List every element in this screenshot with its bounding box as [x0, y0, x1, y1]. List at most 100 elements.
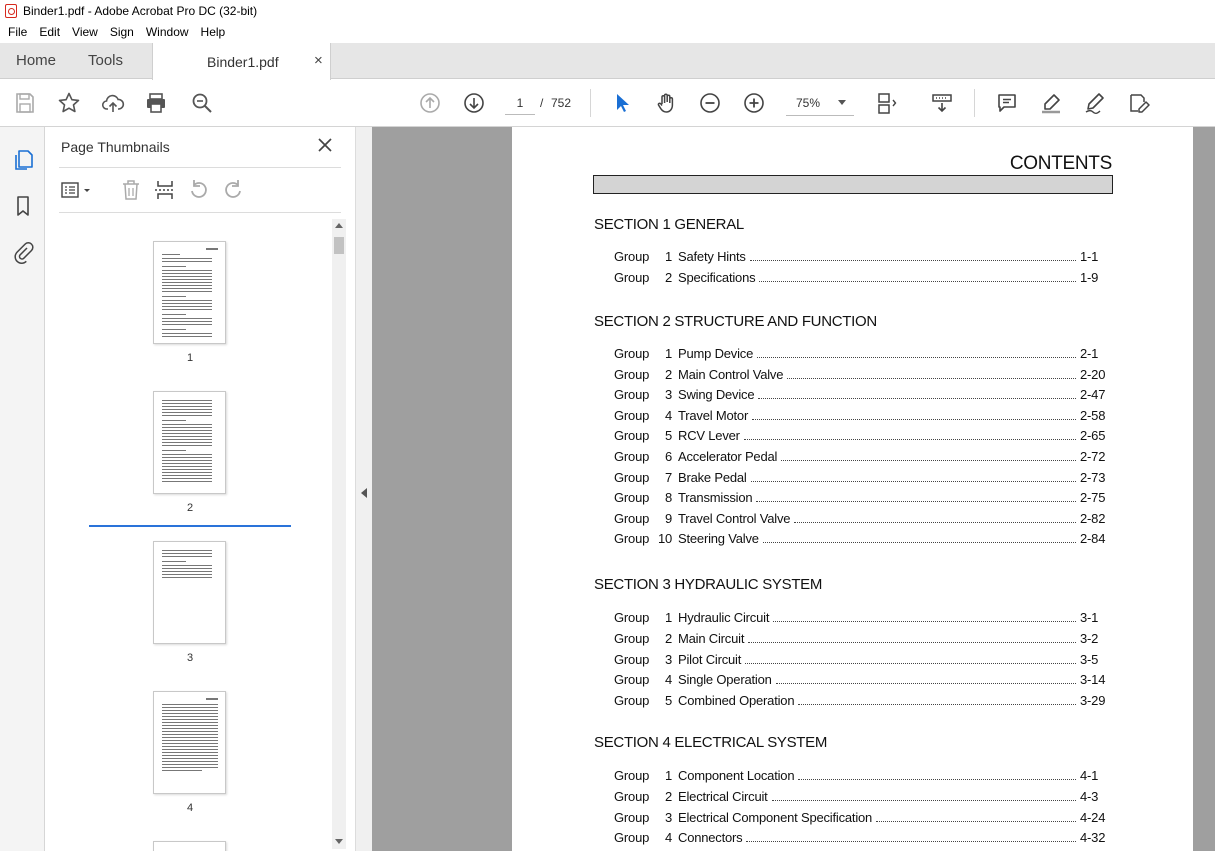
- toc-leader-dots: [798, 695, 1076, 706]
- toc-entry-title: Main Control Valve: [678, 366, 784, 382]
- page-view-icon[interactable]: [874, 90, 900, 116]
- toc-entry[interactable]: Group 6 Accelerator Pedal 2-72: [614, 449, 1106, 467]
- zoom-dropdown[interactable]: 75%: [786, 90, 854, 116]
- page-thumbnail[interactable]: [153, 541, 226, 644]
- toc-entry[interactable]: Group 5 RCV Lever 2-65: [614, 428, 1106, 446]
- toc-entry[interactable]: Group 2 Specifications 1-9: [614, 270, 1106, 288]
- save-icon[interactable]: [12, 90, 38, 116]
- zoom-in-icon[interactable]: [741, 90, 767, 116]
- page-thumbnail-label: 1: [186, 352, 194, 364]
- toc-group-number: 1: [664, 610, 672, 625]
- menu-bar: File Edit View Sign Window Help: [0, 22, 1215, 42]
- close-icon[interactable]: [316, 136, 334, 154]
- bookmark-star-icon[interactable]: [56, 90, 82, 116]
- toc-entry-title: Accelerator Pedal: [678, 449, 778, 464]
- toc-entry-title: Travel Control Valve: [678, 510, 791, 526]
- toc-entry[interactable]: Group 1 Safety Hints 1-1: [614, 249, 1106, 267]
- zoom-search-icon[interactable]: [189, 90, 215, 116]
- tab-home[interactable]: Home: [16, 43, 56, 79]
- menu-help[interactable]: Help: [195, 25, 232, 39]
- hand-tool-icon[interactable]: [653, 90, 679, 116]
- panel-divider: [59, 212, 341, 213]
- toc-page-number: 3-2: [1080, 630, 1099, 646]
- menu-sign[interactable]: Sign: [104, 25, 140, 39]
- collapse-panel-icon[interactable]: [361, 488, 367, 498]
- toc-entry[interactable]: Group 3 Electrical Component Specification…: [614, 810, 1106, 828]
- toc-page-number: 2-72: [1080, 449, 1106, 464]
- tab-tools[interactable]: Tools: [88, 43, 123, 79]
- tab-close-icon[interactable]: ×: [314, 52, 323, 69]
- toc-entry-title: Component Location: [678, 768, 795, 783]
- toc-group-number: 1: [664, 249, 672, 264]
- attachment-paperclip-icon[interactable]: [10, 239, 36, 265]
- extract-page-icon[interactable]: [152, 177, 178, 203]
- toc-page-number: 2-82: [1080, 510, 1106, 526]
- toc-entry[interactable]: Group 1 Hydraulic Circuit 3-1: [614, 610, 1106, 628]
- previous-page-icon[interactable]: [417, 90, 443, 116]
- comment-icon[interactable]: [994, 90, 1020, 116]
- toc-entry[interactable]: Group 4 Travel Motor 2-58: [614, 408, 1106, 426]
- scroll-up-icon[interactable]: [335, 223, 343, 228]
- fill-sign-icon[interactable]: [1082, 90, 1108, 116]
- page-thumbnail[interactable]: [153, 691, 226, 794]
- scroll-down-icon[interactable]: [335, 839, 343, 844]
- select-cursor-icon[interactable]: [609, 90, 635, 116]
- toc-page-number: 2-1: [1080, 346, 1099, 361]
- toc-entry[interactable]: Group 1 Pump Device 2-1: [614, 346, 1106, 364]
- toc-entry[interactable]: Group 3 Swing Device 2-47: [614, 387, 1106, 405]
- toc-entry[interactable]: Group 10 Steering Valve 2-84: [614, 531, 1106, 549]
- toc-entry[interactable]: Group 2 Main Control Valve 2-20: [614, 367, 1106, 385]
- toc-entry[interactable]: Group 3 Pilot Circuit 3-5: [614, 652, 1106, 670]
- toc-leader-dots: [758, 389, 1076, 400]
- toc-group-label: Group: [614, 407, 650, 423]
- toc-entry[interactable]: Group 4 Connectors 4-32: [614, 830, 1106, 848]
- scrollbar-thumb[interactable]: [334, 237, 344, 254]
- edit-text-icon[interactable]: [1126, 90, 1152, 116]
- menu-edit[interactable]: Edit: [33, 25, 66, 39]
- menu-view[interactable]: View: [66, 25, 104, 39]
- scroll-mode-icon[interactable]: [929, 90, 955, 116]
- bookmark-icon[interactable]: [10, 193, 36, 219]
- toc-entry[interactable]: Group 5 Combined Operation 3-29: [614, 693, 1106, 711]
- toc-group-label: Group: [614, 249, 650, 264]
- document-view[interactable]: CONTENTS SECTION 1 GENERAL Group 1 Safety H…: [372, 127, 1215, 851]
- menu-file[interactable]: File: [2, 25, 33, 39]
- toc-entry[interactable]: Group 4 Single Operation 3-14: [614, 672, 1106, 690]
- thumbnail-options-icon[interactable]: [59, 177, 90, 203]
- tab-document[interactable]: Binder1.pdf ×: [152, 43, 331, 80]
- page-thumbnails-icon[interactable]: [10, 147, 36, 173]
- toc-group-number: 3: [664, 809, 672, 825]
- toc-leader-dots: [798, 770, 1076, 780]
- page-number-input[interactable]: [505, 91, 535, 115]
- rotate-ccw-icon[interactable]: [186, 177, 212, 203]
- toc-entry[interactable]: Group 8 Transmission 2-75: [614, 490, 1106, 508]
- toc-entry[interactable]: Group 7 Brake Pedal 2-73: [614, 470, 1106, 488]
- page-thumbnail[interactable]: [153, 241, 226, 344]
- rotate-cw-icon[interactable]: [220, 177, 246, 203]
- page-thumbnail[interactable]: [153, 841, 226, 851]
- panel-title: Page Thumbnails: [61, 139, 170, 155]
- toc-entry[interactable]: Group 2 Main Circuit 3-2: [614, 631, 1106, 649]
- toc-entry[interactable]: Group 2 Electrical Circuit 4-3: [614, 789, 1106, 807]
- delete-page-icon[interactable]: [118, 177, 144, 203]
- toc-entry[interactable]: Group 1 Component Location 4-1: [614, 768, 1106, 786]
- menu-window[interactable]: Window: [140, 25, 195, 39]
- toc-page-number: 3-29: [1080, 693, 1106, 709]
- toolbar-divider: [590, 89, 591, 117]
- toc-entry-title: Specifications: [678, 269, 756, 285]
- toc-group-number: 5: [664, 693, 672, 709]
- toc-group-number: 3: [664, 387, 672, 403]
- zoom-out-icon[interactable]: [697, 90, 723, 116]
- page-separator: /: [540, 96, 544, 110]
- upload-cloud-icon[interactable]: [100, 90, 126, 116]
- toc-entry-title: Electrical Circuit: [678, 788, 768, 804]
- thumbnail-scrollbar[interactable]: [332, 219, 346, 849]
- panel-splitter[interactable]: [355, 127, 372, 851]
- toc-leader-dots: [762, 533, 1076, 544]
- page-thumbnail[interactable]: [153, 391, 226, 494]
- highlight-pen-icon[interactable]: [1038, 90, 1064, 116]
- next-page-icon[interactable]: [461, 90, 487, 116]
- toc-entry[interactable]: Group 9 Travel Control Valve 2-82: [614, 511, 1106, 529]
- print-icon[interactable]: [143, 90, 169, 116]
- toc-group-number: 10: [658, 531, 673, 547]
